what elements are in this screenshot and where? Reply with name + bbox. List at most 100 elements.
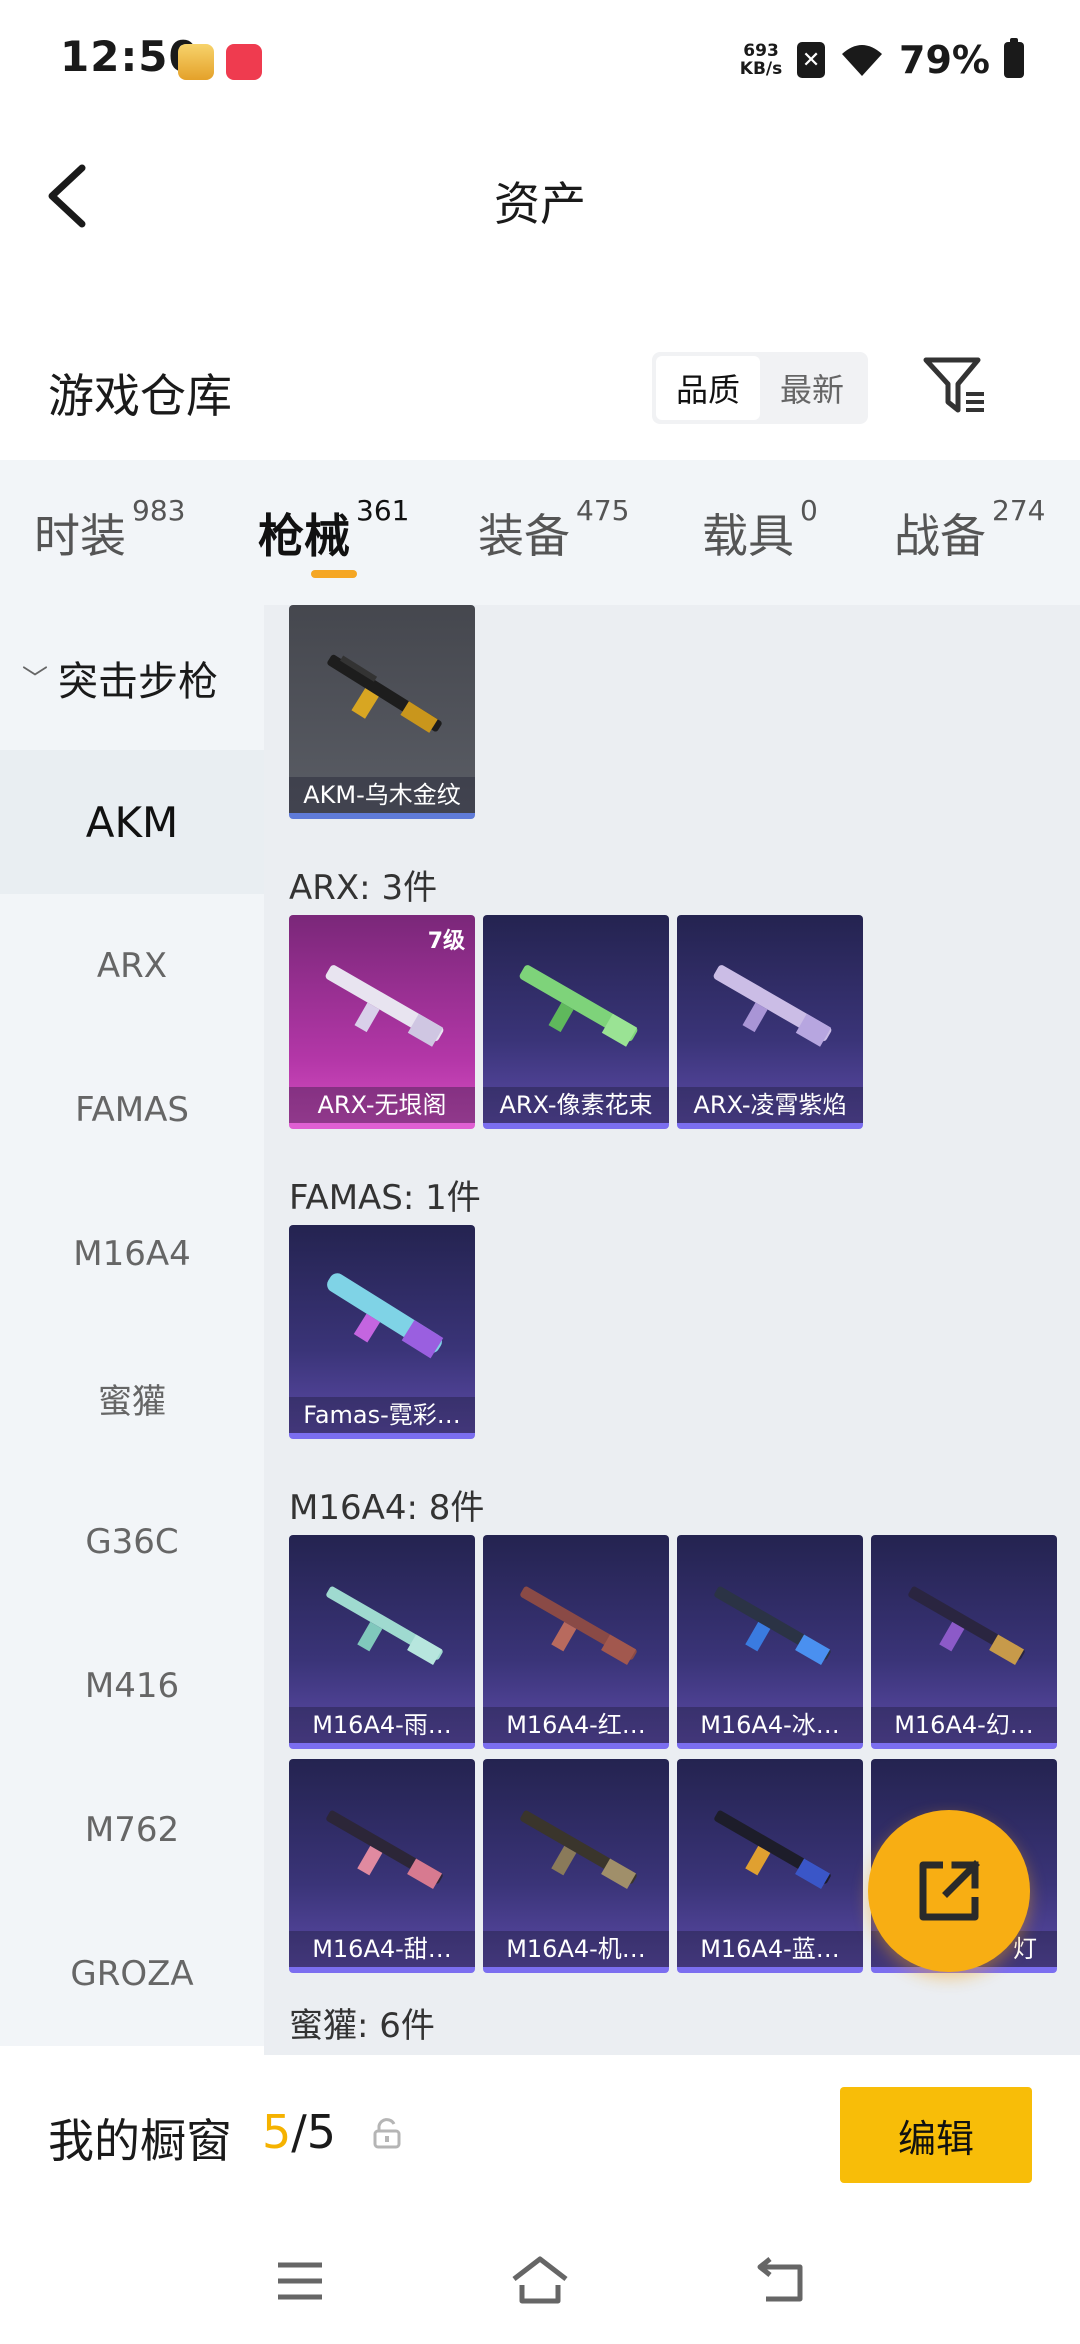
sidebar-item-arx[interactable]: ARX	[0, 894, 264, 1038]
item-card[interactable]: ARX-凌霄紫焰	[677, 915, 863, 1129]
warehouse-title: 游戏仓库	[48, 369, 232, 423]
tab-count: 361	[356, 494, 410, 527]
rifle-icon	[519, 965, 638, 1047]
tab-label: 时装	[34, 509, 126, 563]
item-name: M16A4-机…	[483, 1931, 669, 1967]
item-card[interactable]: M16A4-蓝…	[677, 1759, 863, 1973]
network-speed: 693 KB/s	[739, 42, 783, 78]
sidebar-item-akm[interactable]: AKM	[0, 750, 264, 894]
item-card[interactable]: 7级 ARX-无垠阁	[289, 915, 475, 1129]
rifle-icon	[714, 1810, 831, 1890]
rifle-icon	[520, 1586, 637, 1666]
item-name: ARX-无垠阁	[289, 1087, 475, 1123]
tab-fashion[interactable]: 时装 983	[34, 494, 185, 566]
section-header-famas: FAMAS: 1件	[289, 1178, 481, 1218]
item-card[interactable]: M16A4-机…	[483, 1759, 669, 1973]
tab-count: 274	[992, 494, 1046, 527]
item-card[interactable]: M16A4-红…	[483, 1535, 669, 1749]
network-speed-unit: KB/s	[739, 59, 783, 79]
section-header-m16a4: M16A4: 8件	[289, 1488, 485, 1528]
item-level: 7级	[427, 929, 465, 954]
home-icon[interactable]	[510, 2253, 570, 2309]
item-name: ARX-像素花束	[483, 1087, 669, 1123]
sort-toggle: 品质 最新	[652, 352, 868, 424]
showcase-total: 5	[306, 2105, 337, 2159]
sidebar-category-header[interactable]: ﹀ 突击步枪	[0, 605, 264, 750]
item-name: Famas-霓彩…	[289, 1397, 475, 1433]
tab-label: 战备	[894, 509, 986, 563]
showcase-bar: 我的橱窗 5/5 编辑	[0, 2055, 1080, 2219]
battery-percent: 79%	[899, 38, 990, 82]
menu-icon[interactable]	[270, 2253, 330, 2309]
tab-supplies[interactable]: 战备 274	[894, 494, 1045, 566]
item-name: ARX-凌霄紫焰	[677, 1087, 863, 1123]
item-name: M16A4-雨…	[289, 1707, 475, 1743]
item-card[interactable]: ARX-像素花束	[483, 915, 669, 1129]
back-nav-icon[interactable]	[752, 2253, 812, 2309]
rifle-icon	[520, 1810, 637, 1890]
item-name: M16A4-甜…	[289, 1931, 475, 1967]
tab-label: 载具	[702, 509, 794, 563]
tab-label: 装备	[478, 509, 570, 563]
rifle-icon	[908, 1586, 1025, 1666]
tab-label: 枪械	[258, 509, 350, 563]
edit-button[interactable]: 编辑	[840, 2087, 1032, 2183]
chevron-down-icon: ﹀	[22, 665, 49, 695]
weapon-sidebar: ﹀ 突击步枪 AKM ARX FAMAS M16A4 蜜獾 G36C M416 …	[0, 605, 264, 2055]
sidebar-category-label: 突击步枪	[58, 658, 219, 705]
sim-off-icon: ✕	[797, 42, 826, 78]
tab-active-indicator	[311, 570, 357, 578]
rifle-icon	[714, 1586, 831, 1666]
wifi-icon	[842, 45, 883, 76]
item-card[interactable]: M16A4-甜…	[289, 1759, 475, 1973]
status-right: 693 KB/s ✕ 79%	[739, 36, 1024, 84]
notification-app-icon	[178, 44, 214, 80]
page-title: 资产	[494, 177, 586, 231]
tab-vehicles[interactable]: 载具 0	[702, 494, 818, 566]
sidebar-item-g36c[interactable]: G36C	[0, 1470, 264, 1614]
share-fab-button[interactable]	[868, 1810, 1030, 1972]
sidebar-item-groza[interactable]: GROZA	[0, 1902, 264, 2046]
sidebar-item-honey-badger[interactable]: 蜜獾	[0, 1326, 264, 1470]
showcase-separator: /	[291, 2105, 307, 2159]
section-header-arx: ARX: 3件	[289, 868, 438, 908]
item-name: M16A4-幻…	[871, 1707, 1057, 1743]
item-card[interactable]: M16A4-冰…	[677, 1535, 863, 1749]
item-name: M16A4-蓝…	[677, 1931, 863, 1967]
rifle-icon	[325, 965, 444, 1047]
sort-quality-button[interactable]: 品质	[656, 356, 760, 420]
system-nav-bar	[0, 2219, 1080, 2344]
tab-guns[interactable]: 枪械 361	[258, 494, 409, 566]
item-card[interactable]: M16A4-幻…	[871, 1535, 1057, 1749]
sidebar-item-m762[interactable]: M762	[0, 1758, 264, 1902]
item-card[interactable]: M16A4-雨…	[289, 1535, 475, 1749]
item-name: M16A4-冰…	[677, 1707, 863, 1743]
item-card[interactable]: Famas-霓彩…	[289, 1225, 475, 1439]
sidebar-item-famas[interactable]: FAMAS	[0, 1038, 264, 1182]
category-tabs: 时装 983 枪械 361 装备 475 载具 0 战备 274	[0, 460, 1080, 605]
tab-count: 475	[576, 494, 630, 527]
rifle-icon	[327, 1273, 444, 1359]
sidebar-item-m416[interactable]: M416	[0, 1614, 264, 1758]
rifle-icon	[327, 654, 442, 733]
sidebar-item-m16a4[interactable]: M16A4	[0, 1182, 264, 1326]
item-card[interactable]: AKM-乌木金纹	[289, 605, 475, 819]
rifle-icon	[326, 1810, 443, 1890]
item-name: M16A4-红…	[483, 1707, 669, 1743]
notification-app-icon-2	[226, 44, 262, 80]
showcase-count: 5/5	[262, 2105, 336, 2159]
filter-icon[interactable]	[922, 356, 988, 416]
network-speed-value: 693	[743, 41, 779, 61]
sort-latest-button[interactable]: 最新	[760, 356, 864, 420]
rifle-icon	[326, 1586, 443, 1666]
unlock-icon	[373, 2118, 401, 2149]
rifle-icon	[713, 965, 832, 1047]
tab-equipment[interactable]: 装备 475	[478, 494, 629, 566]
status-bar: 12:50 693 KB/s ✕ 79%	[0, 0, 1080, 120]
battery-icon	[1004, 38, 1024, 78]
share-icon	[919, 1860, 980, 1921]
showcase-current: 5	[262, 2105, 292, 2159]
tab-count: 983	[132, 494, 186, 527]
section-header-honey-badger: 蜜獾: 6件	[289, 2006, 435, 2046]
item-name: AKM-乌木金纹	[289, 777, 475, 813]
